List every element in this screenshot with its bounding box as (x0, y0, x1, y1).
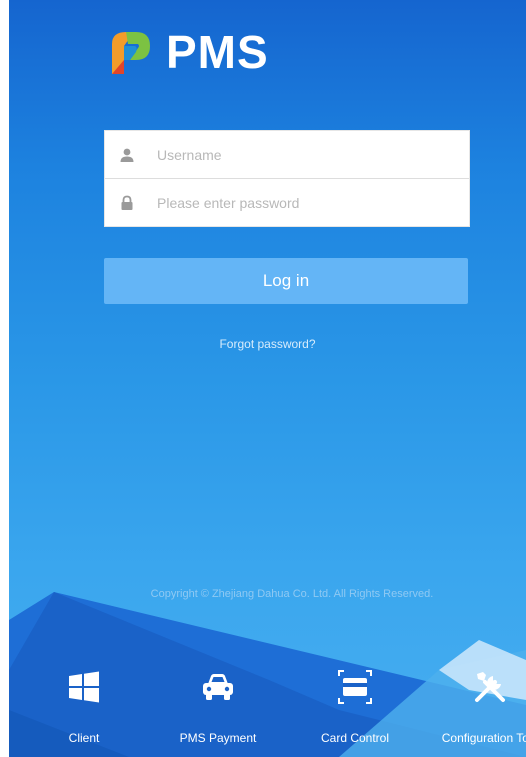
username-input[interactable] (155, 145, 449, 164)
user-icon (120, 148, 134, 162)
tools-icon (475, 672, 505, 702)
dock-item-configuration-tool[interactable]: Configuration Tool (435, 660, 526, 757)
password-field (105, 179, 469, 226)
password-input[interactable] (155, 193, 449, 212)
dock-label: PMS Payment (179, 731, 257, 745)
login-form (104, 130, 470, 227)
card-icon (338, 670, 372, 704)
username-field (105, 131, 469, 179)
login-button[interactable]: Log in (104, 258, 468, 304)
copyright-text: Copyright © Zhejiang Dahua Co. Ltd. All … (150, 588, 434, 600)
dock-item-client[interactable]: Client (29, 660, 139, 757)
dock-item-card-control[interactable]: Card Control (300, 660, 410, 757)
dock-label: Configuration Tool (441, 731, 526, 745)
dock-label: Client (68, 731, 100, 745)
lock-icon (121, 195, 133, 210)
dock-item-pms-payment[interactable]: PMS Payment (163, 660, 273, 757)
login-page: PMS Log in Forgot password? Copyright © … (9, 0, 526, 757)
app-title: PMS (166, 26, 269, 78)
bottom-dock: Client PMS Payment Card Control Configur… (9, 660, 526, 757)
pms-logo-icon (112, 32, 150, 74)
car-icon (203, 674, 233, 700)
windows-icon (69, 671, 99, 703)
forgot-password-link[interactable]: Forgot password? (9, 337, 526, 351)
dock-label: Card Control (320, 731, 390, 745)
app-logo: PMS (104, 24, 269, 80)
